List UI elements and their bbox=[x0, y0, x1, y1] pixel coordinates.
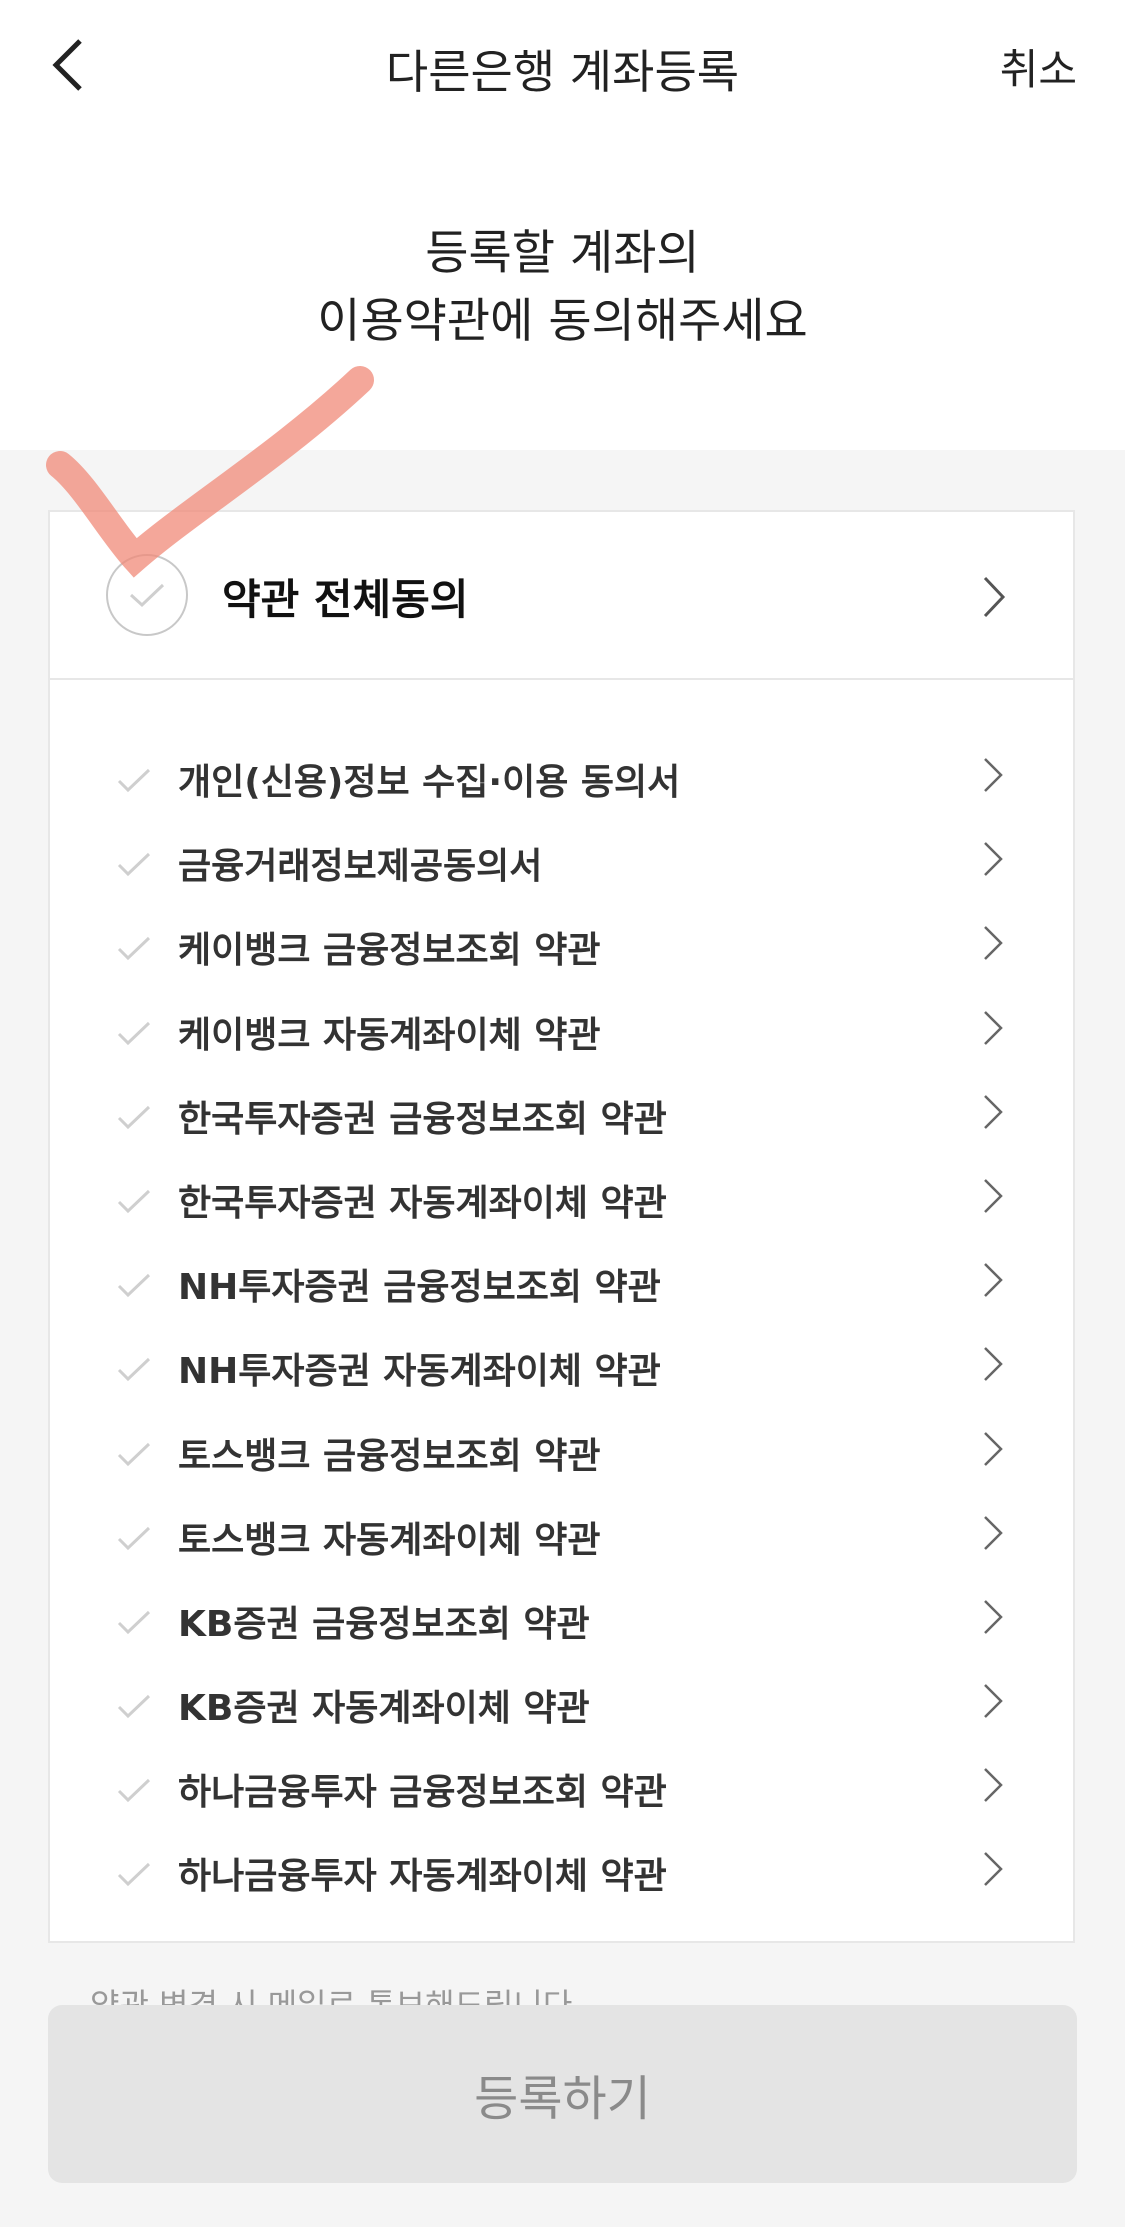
terms-item[interactable]: 하나금융투자 자동계좌이체 약관 bbox=[50, 1831, 1073, 1915]
terms-item[interactable]: 한국투자증권 자동계좌이체 약관 bbox=[50, 1158, 1073, 1242]
agree-all-row[interactable]: 약관 전체동의 bbox=[50, 512, 1073, 680]
terms-item[interactable]: 금융거래정보제공동의서 bbox=[50, 821, 1073, 905]
terms-item[interactable]: KB증권 자동계좌이체 약관 bbox=[50, 1663, 1073, 1747]
check-icon bbox=[129, 583, 165, 608]
terms-item[interactable]: KB증권 금융정보조회 약관 bbox=[50, 1579, 1073, 1663]
chevron-right-icon[interactable] bbox=[981, 1765, 1005, 1805]
terms-item-label: KB증권 자동계좌이체 약관 bbox=[178, 1688, 590, 1730]
terms-item-label: 한국투자증권 자동계좌이체 약관 bbox=[178, 1182, 667, 1224]
check-icon[interactable] bbox=[116, 845, 152, 881]
terms-item[interactable]: NH투자증권 자동계좌이체 약관 bbox=[50, 1326, 1073, 1410]
terms-item[interactable]: 토스뱅크 자동계좌이체 약관 bbox=[50, 1495, 1073, 1579]
chevron-right-icon[interactable] bbox=[981, 1849, 1005, 1889]
terms-item-label: KB증권 금융정보조회 약관 bbox=[178, 1603, 590, 1645]
chevron-right-icon[interactable] bbox=[981, 1429, 1005, 1469]
terms-item-label: NH투자증권 자동계좌이체 약관 bbox=[178, 1351, 661, 1393]
chevron-right-icon[interactable] bbox=[981, 923, 1005, 963]
terms-item-label: NH투자증권 금융정보조회 약관 bbox=[178, 1267, 661, 1309]
terms-item[interactable]: 케이뱅크 금융정보조회 약관 bbox=[50, 905, 1073, 989]
check-icon[interactable] bbox=[116, 1519, 152, 1555]
agree-all-checkbox[interactable] bbox=[106, 554, 188, 636]
check-icon[interactable] bbox=[116, 1771, 152, 1807]
terms-item-label: 케이뱅크 금융정보조회 약관 bbox=[178, 930, 601, 972]
check-icon[interactable] bbox=[116, 1014, 152, 1050]
chevron-right-icon[interactable] bbox=[981, 1176, 1005, 1216]
terms-item[interactable]: 케이뱅크 자동계좌이체 약관 bbox=[50, 990, 1073, 1074]
terms-item-label: 케이뱅크 자동계좌이체 약관 bbox=[178, 1014, 601, 1056]
chevron-right-icon[interactable] bbox=[981, 839, 1005, 879]
cancel-button[interactable]: 취소 bbox=[1000, 36, 1077, 97]
check-icon[interactable] bbox=[116, 1266, 152, 1302]
terms-item[interactable]: NH투자증권 금융정보조회 약관 bbox=[50, 1242, 1073, 1326]
agree-all-label: 약관 전체동의 bbox=[222, 575, 469, 624]
terms-item[interactable]: 개인(신용)정보 수집·이용 동의서 bbox=[50, 737, 1073, 821]
terms-item[interactable]: 토스뱅크 금융정보조회 약관 bbox=[50, 1411, 1073, 1495]
terms-item[interactable]: 한국투자증권 금융정보조회 약관 bbox=[50, 1074, 1073, 1158]
page-title: 다른은행 계좌등록 bbox=[385, 45, 740, 99]
chevron-right-icon[interactable] bbox=[981, 1260, 1005, 1300]
chevron-right-icon[interactable] bbox=[979, 572, 1009, 622]
terms-list: 개인(신용)정보 수집·이용 동의서금융거래정보제공동의서케이뱅크 금융정보조회… bbox=[50, 737, 1073, 1916]
terms-item-label: 토스뱅크 금융정보조회 약관 bbox=[178, 1435, 601, 1477]
check-icon[interactable] bbox=[116, 761, 152, 797]
check-icon[interactable] bbox=[116, 1098, 152, 1134]
check-icon[interactable] bbox=[116, 1855, 152, 1891]
header: 다른은행 계좌등록 취소 bbox=[0, 0, 1125, 130]
check-icon[interactable] bbox=[116, 1687, 152, 1723]
chevron-right-icon[interactable] bbox=[981, 1681, 1005, 1721]
instruction-text: 등록할 계좌의 이용약관에 동의해주세요 bbox=[0, 220, 1125, 356]
terms-item-label: 개인(신용)정보 수집·이용 동의서 bbox=[178, 762, 681, 803]
check-icon[interactable] bbox=[116, 929, 152, 965]
terms-item-label: 금융거래정보제공동의서 bbox=[178, 846, 543, 888]
check-icon[interactable] bbox=[116, 1435, 152, 1471]
register-button[interactable]: 등록하기 bbox=[48, 2005, 1077, 2183]
terms-item-label: 토스뱅크 자동계좌이체 약관 bbox=[178, 1519, 601, 1561]
chevron-right-icon[interactable] bbox=[981, 755, 1005, 795]
check-icon[interactable] bbox=[116, 1350, 152, 1386]
terms-item-label: 한국투자증권 금융정보조회 약관 bbox=[178, 1098, 667, 1140]
chevron-right-icon[interactable] bbox=[981, 1092, 1005, 1132]
chevron-right-icon[interactable] bbox=[981, 1008, 1005, 1048]
chevron-right-icon[interactable] bbox=[981, 1513, 1005, 1553]
check-icon[interactable] bbox=[116, 1182, 152, 1218]
terms-item-label: 하나금융투자 자동계좌이체 약관 bbox=[178, 1856, 667, 1898]
terms-item-label: 하나금융투자 금융정보조회 약관 bbox=[178, 1772, 667, 1814]
instruction-line-1: 등록할 계좌의 bbox=[425, 226, 700, 281]
terms-card: 약관 전체동의 개인(신용)정보 수집·이용 동의서금융거래정보제공동의서케이뱅… bbox=[48, 510, 1075, 1943]
chevron-right-icon[interactable] bbox=[981, 1597, 1005, 1637]
terms-item[interactable]: 하나금융투자 금융정보조회 약관 bbox=[50, 1747, 1073, 1831]
check-icon[interactable] bbox=[116, 1603, 152, 1639]
chevron-right-icon[interactable] bbox=[981, 1344, 1005, 1384]
instruction-line-2: 이용약관에 동의해주세요 bbox=[317, 294, 808, 349]
